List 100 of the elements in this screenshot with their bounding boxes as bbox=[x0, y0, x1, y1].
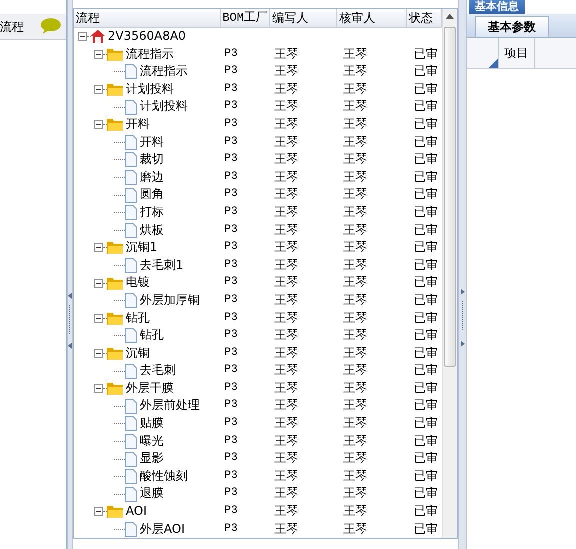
table-cell-text: P3 bbox=[224, 416, 239, 432]
collapse-toggle[interactable] bbox=[94, 507, 103, 516]
table-cell-text: P3 bbox=[224, 398, 239, 414]
column-header[interactable]: 流程 bbox=[74, 9, 221, 27]
tree-item-label[interactable]: 流程指示 bbox=[126, 46, 174, 64]
document-icon bbox=[125, 293, 137, 308]
tree-item-label[interactable]: 钻孔 bbox=[140, 327, 164, 345]
document-icon bbox=[125, 64, 137, 80]
table-cell-text: 已审 bbox=[413, 432, 440, 450]
tree-item-label[interactable]: 沉铜 bbox=[126, 344, 150, 362]
tab[interactable]: 基本信息 bbox=[469, 0, 525, 14]
table-cell-text: P3 bbox=[224, 468, 239, 484]
table-cell-text: 王琴 bbox=[342, 432, 368, 450]
table-cell-text: 已审 bbox=[413, 151, 440, 168]
collapse-left-icon[interactable] bbox=[68, 343, 72, 349]
table-cell-text: 王琴 bbox=[342, 503, 368, 520]
table-cell-text: P3 bbox=[224, 116, 239, 132]
tree-item-label[interactable]: 裁切 bbox=[140, 151, 164, 169]
table-cell-text: 已审 bbox=[413, 239, 440, 256]
table-cell-text: 王琴 bbox=[273, 310, 300, 326]
table-cell-text: 已审 bbox=[413, 168, 440, 186]
document-icon bbox=[125, 486, 137, 502]
table-cell-text: 已审 bbox=[413, 327, 440, 344]
collapse-toggle[interactable] bbox=[94, 278, 103, 288]
tree-item-label[interactable]: 烘板 bbox=[140, 222, 164, 240]
tree-item-label[interactable]: 去毛刺 bbox=[140, 362, 176, 380]
tree-item-label[interactable]: 酸性蚀刻 bbox=[140, 468, 188, 486]
tree-item-label[interactable]: 外层前处理 bbox=[140, 397, 200, 416]
table-cell-text: 王琴 bbox=[342, 485, 368, 502]
table-cell-text: 王琴 bbox=[342, 168, 368, 186]
tree-item-label[interactable]: 开料 bbox=[140, 134, 164, 152]
table-cell-text: 王琴 bbox=[273, 397, 300, 414]
table-cell-text: 已审 bbox=[413, 186, 440, 204]
collapse-toggle[interactable] bbox=[78, 32, 87, 42]
collapse-left-icon[interactable] bbox=[68, 293, 72, 299]
tree-item-label[interactable]: 圆角 bbox=[140, 186, 164, 204]
table-cell-text: P3 bbox=[224, 258, 239, 273]
table-cell-text: 王琴 bbox=[273, 327, 300, 344]
column-header[interactable]: 编写人 bbox=[270, 9, 338, 27]
tree-item-label[interactable]: 沉铜1 bbox=[126, 239, 158, 257]
document-icon bbox=[125, 398, 137, 414]
table-cell-text: 已审 bbox=[413, 310, 440, 326]
scrollbar-thumb[interactable] bbox=[444, 27, 456, 367]
document-icon bbox=[125, 434, 137, 449]
collapse-right-icon[interactable] bbox=[460, 341, 464, 347]
tree-item-label[interactable]: 流程指示 bbox=[140, 63, 188, 81]
table-cell-text: P3 bbox=[224, 64, 239, 80]
table-cell-text: 王琴 bbox=[273, 432, 300, 450]
tree-item-label[interactable]: 磨边 bbox=[140, 168, 164, 186]
table-cell-text: P3 bbox=[224, 187, 239, 202]
collapse-toggle[interactable] bbox=[94, 348, 103, 358]
tree-item-label[interactable]: 去毛刺1 bbox=[140, 256, 184, 274]
column-header[interactable]: 核审人 bbox=[337, 9, 408, 27]
tree-item-label[interactable]: 钻孔 bbox=[126, 310, 150, 328]
table-cell-text: 王琴 bbox=[273, 520, 300, 538]
document-icon bbox=[125, 416, 137, 432]
collapse-toggle[interactable] bbox=[94, 120, 103, 130]
table-cell-text: 已审 bbox=[413, 116, 440, 133]
table-cell-text: 王琴 bbox=[342, 151, 368, 168]
tree-item-label[interactable]: 曝光 bbox=[140, 432, 164, 450]
table-cell-text: P3 bbox=[224, 99, 239, 114]
table-cell-text: 已审 bbox=[413, 63, 440, 80]
tree-item-label[interactable]: 电镀 bbox=[126, 274, 150, 292]
collapse-toggle[interactable] bbox=[94, 384, 103, 394]
table-cell-text: P3 bbox=[224, 134, 239, 150]
scroll-up-icon[interactable] bbox=[446, 14, 454, 19]
collapse-toggle[interactable] bbox=[94, 85, 103, 94]
tree-item-label[interactable]: 外层加厚铜 bbox=[140, 292, 200, 310]
table-cell-text: 已审 bbox=[413, 204, 440, 221]
table-cell-text: P3 bbox=[224, 152, 239, 168]
table-cell-text: 王琴 bbox=[273, 256, 300, 274]
tree-item-label[interactable]: 2V3560A8A0 bbox=[108, 28, 186, 46]
tree-item-label[interactable]: 打标 bbox=[140, 204, 164, 222]
tree-item-label[interactable]: 外层AOI bbox=[140, 520, 185, 538]
collapse-right-icon[interactable] bbox=[460, 289, 464, 295]
tree-item-label[interactable]: 贴膜 bbox=[140, 415, 164, 433]
tree-item-label[interactable]: 显影 bbox=[140, 450, 164, 468]
table-cell-text: P3 bbox=[224, 46, 239, 62]
tree-item-label[interactable]: 开料 bbox=[126, 116, 150, 134]
table-cell-text: 已审 bbox=[413, 274, 440, 292]
table-cell-text: 王琴 bbox=[273, 46, 300, 63]
tab[interactable]: 基本参数 bbox=[475, 16, 549, 37]
table-cell-text: P3 bbox=[224, 504, 239, 520]
tree-item-label[interactable]: 计划投料 bbox=[140, 98, 188, 116]
document-icon bbox=[125, 100, 137, 115]
document-icon bbox=[125, 170, 137, 186]
collapse-toggle[interactable] bbox=[94, 243, 103, 252]
document-icon bbox=[125, 469, 137, 484]
table-cell-text: 王琴 bbox=[342, 222, 368, 239]
tree-item-label[interactable]: AOI bbox=[126, 503, 147, 521]
table-cell-text: 王琴 bbox=[273, 80, 300, 98]
table-cell-text: P3 bbox=[224, 380, 239, 396]
column-header[interactable]: BOM工厂 bbox=[220, 9, 270, 27]
tree-item-label[interactable]: 计划投料 bbox=[126, 80, 174, 98]
tree-item-label[interactable]: 外层干膜 bbox=[126, 380, 174, 398]
collapse-toggle[interactable] bbox=[94, 314, 103, 323]
collapse-toggle[interactable] bbox=[94, 50, 103, 59]
corner-triangle-icon[interactable] bbox=[489, 59, 498, 68]
tree-item-label[interactable]: 退膜 bbox=[140, 485, 164, 504]
table-cell-text: P3 bbox=[224, 451, 239, 466]
